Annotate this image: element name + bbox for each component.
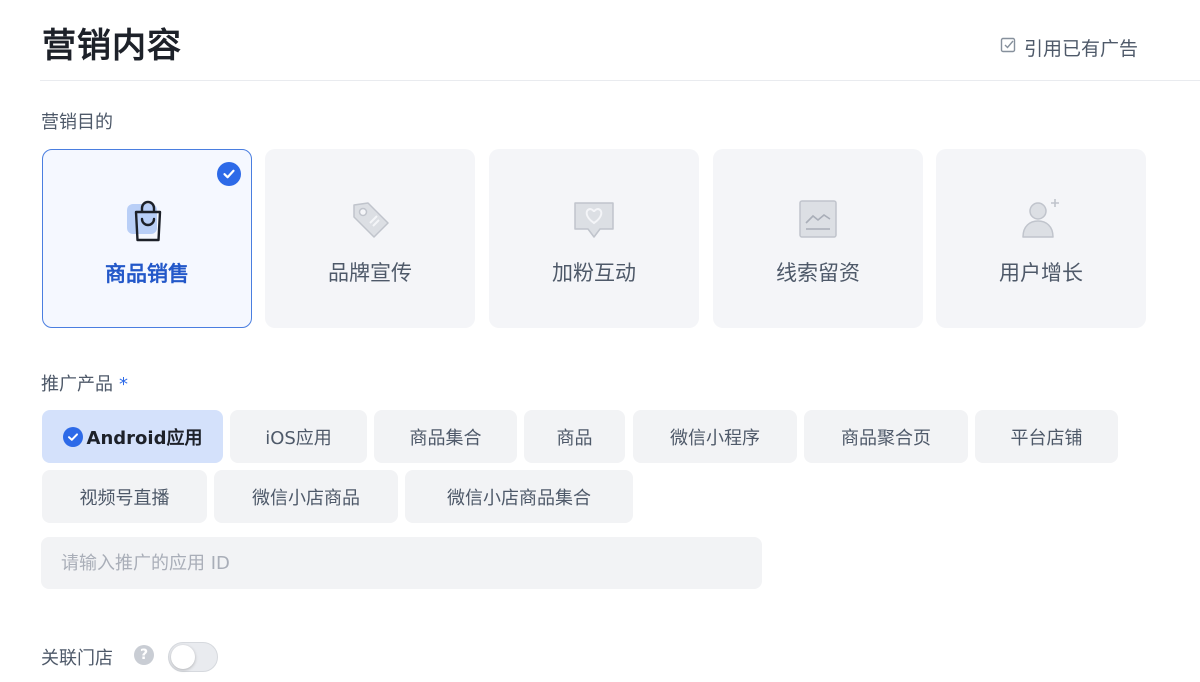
goal-label: 加粉互动 — [552, 261, 636, 285]
goal-card-lead-capture[interactable]: 线索留资 — [713, 149, 923, 328]
product-option-wechat-mini-program[interactable]: 微信小程序 — [633, 410, 797, 463]
page-title: 营销内容 — [42, 26, 182, 66]
goal-label: 商品销售 — [105, 262, 189, 286]
tag-icon — [346, 195, 394, 243]
promoted-product-label-text: 推广产品 — [41, 374, 113, 395]
header-divider — [40, 80, 1200, 81]
product-option-platform-store[interactable]: 平台店铺 — [975, 410, 1118, 463]
add-user-icon — [1017, 195, 1065, 243]
goal-card-user-growth[interactable]: 用户增长 — [936, 149, 1146, 328]
shopping-bag-icon — [123, 196, 171, 244]
goal-card-follower-interaction[interactable]: 加粉互动 — [489, 149, 699, 328]
checkbox-edit-icon — [1000, 36, 1018, 59]
product-option-wechat-shop-product[interactable]: 微信小店商品 — [214, 470, 398, 523]
product-option-wechat-shop-product-collection[interactable]: 微信小店商品集合 — [405, 470, 633, 523]
toggle-knob — [171, 645, 195, 669]
reference-existing-ad-button[interactable]: 引用已有广告 — [1000, 34, 1138, 61]
goal-card-product-sales[interactable]: 商品销售 — [42, 149, 252, 328]
selected-check-icon — [217, 162, 241, 186]
product-option-product-aggregation-page[interactable]: 商品聚合页 — [804, 410, 968, 463]
goal-label: 线索留资 — [776, 261, 860, 285]
marketing-goal-label: 营销目的 — [41, 112, 113, 133]
linked-store-label: 关联门店 — [41, 648, 113, 669]
question-icon[interactable]: ? — [134, 645, 154, 665]
selected-check-icon — [62, 426, 83, 447]
app-id-input[interactable] — [41, 537, 762, 589]
reference-existing-ad-label: 引用已有广告 — [1023, 38, 1138, 60]
product-option-label: Android应用 — [86, 427, 203, 449]
goal-label: 品牌宣传 — [328, 261, 412, 285]
heart-message-icon — [570, 195, 618, 243]
goal-card-brand-promotion[interactable]: 品牌宣传 — [265, 149, 475, 328]
image-frame-icon — [794, 195, 842, 243]
product-option-ios-app[interactable]: iOS应用 — [230, 410, 367, 463]
promoted-product-label: 推广产品 * — [41, 370, 128, 396]
required-mark: * — [119, 374, 128, 395]
product-option-android-app[interactable]: Android应用 — [42, 410, 223, 463]
linked-store-toggle[interactable] — [168, 642, 218, 672]
product-option-product-collection[interactable]: 商品集合 — [374, 410, 517, 463]
product-option-product[interactable]: 商品 — [524, 410, 625, 463]
goal-label: 用户增长 — [999, 261, 1083, 285]
product-option-channels-live[interactable]: 视频号直播 — [42, 470, 207, 523]
